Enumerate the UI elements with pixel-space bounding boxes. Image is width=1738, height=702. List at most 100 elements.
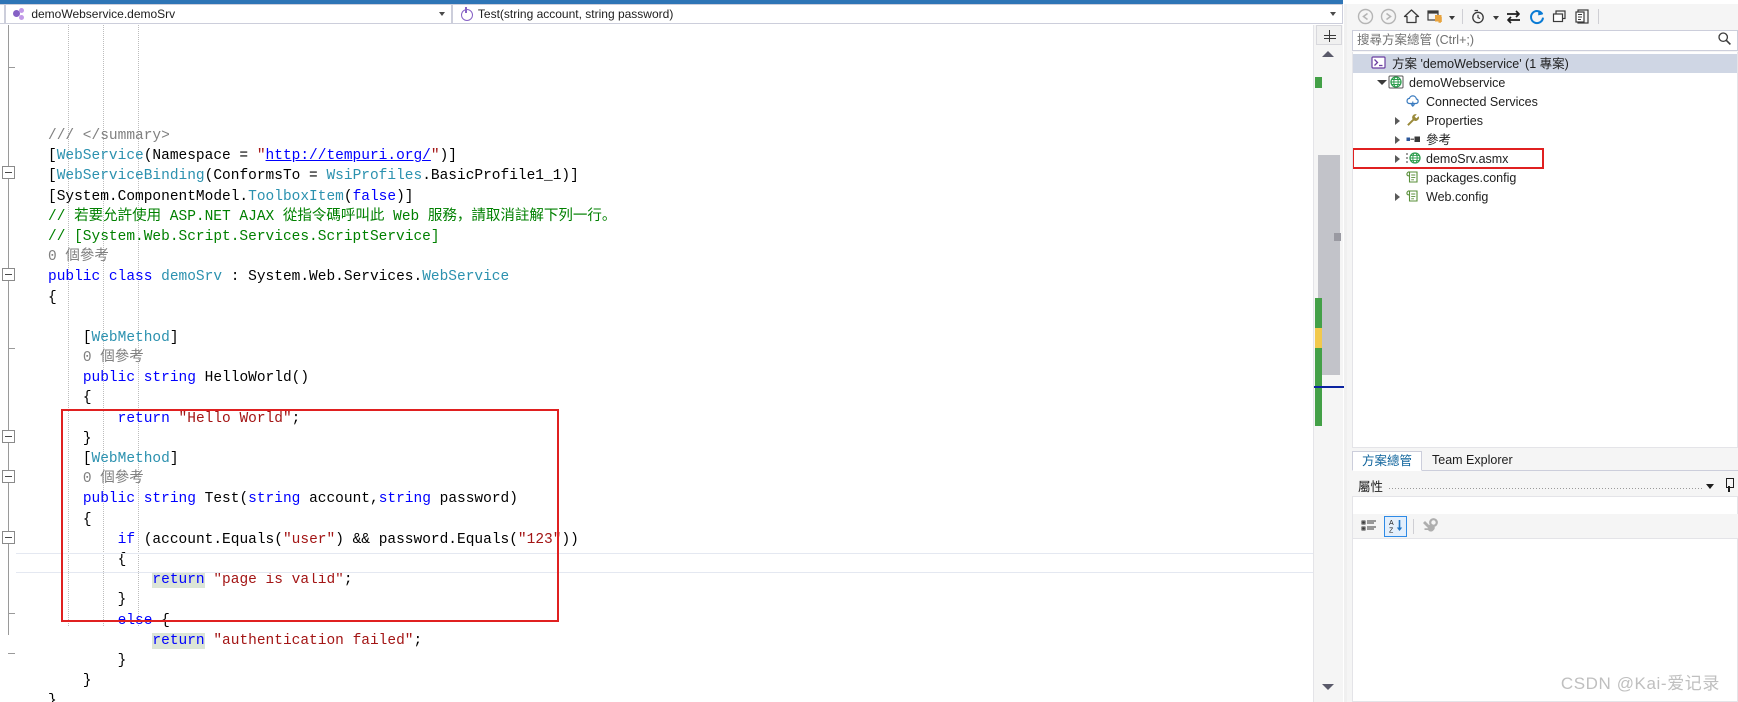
- watermark: CSDN @Kai-爱记录: [1560, 674, 1720, 693]
- code-token: ;: [413, 632, 423, 649]
- code-token: ;: [291, 410, 301, 427]
- method-icon: [458, 6, 474, 22]
- code-token: else: [117, 612, 153, 629]
- code-token: return: [152, 572, 205, 589]
- forward-icon[interactable]: [1378, 6, 1399, 27]
- code-token: : System.Web.Services.: [222, 269, 423, 286]
- code-token: WebService: [56, 148, 144, 165]
- code-line: [WebServiceBinding(ConformsTo = WsiProfi…: [16, 166, 1313, 186]
- code-line: return "page is valid";: [16, 570, 1313, 590]
- tree-node-connected-services[interactable]: Connected Services: [1353, 92, 1737, 111]
- fold-toggle[interactable]: [2, 531, 15, 544]
- toolbar-separator: [1410, 516, 1417, 537]
- tree-node-label: packages.config: [1426, 170, 1517, 185]
- expander-closed-icon[interactable]: [1391, 111, 1405, 130]
- tab-team-explorer[interactable]: Team Explorer: [1422, 450, 1523, 470]
- home-icon[interactable]: [1401, 6, 1422, 27]
- properties-toolbar: A Z: [1353, 514, 1738, 539]
- property-pages-icon[interactable]: [1420, 516, 1443, 537]
- pin-icon[interactable]: [1720, 475, 1738, 495]
- code-line: [WebMethod]: [16, 328, 1313, 348]
- code-line: public string HelloWorld(): [16, 368, 1313, 388]
- outlining-margin[interactable]: [0, 25, 16, 702]
- type-combo[interactable]: demoWebservice.demoSrv: [5, 4, 452, 24]
- search-icon[interactable]: [1717, 31, 1733, 51]
- code-token: if: [117, 531, 136, 548]
- code-token: 0 個參考: [82, 350, 144, 367]
- tree-node-web-project[interactable]: demoWebservice: [1353, 73, 1737, 92]
- tree-node-references[interactable]: 參考: [1353, 130, 1737, 149]
- alphabetical-sort-icon[interactable]: A Z: [1384, 515, 1407, 537]
- tree-node-solution[interactable]: 方案 'demoWebservice' (1 專案): [1353, 54, 1737, 73]
- tree-node-label: Properties: [1426, 113, 1483, 128]
- fold-toggle[interactable]: [2, 268, 15, 281]
- back-icon[interactable]: [1355, 6, 1376, 27]
- chevron-down-icon[interactable]: [0, 5, 2, 23]
- properties-window-icon[interactable]: [1572, 6, 1593, 27]
- chevron-down-icon[interactable]: [1447, 6, 1457, 27]
- code-line: {: [16, 510, 1313, 530]
- visual-studio-window: vice demoWebservice.demoSrv Test(string …: [0, 0, 1738, 702]
- code-token: WebMethod: [91, 329, 170, 346]
- code-token: }: [82, 430, 92, 447]
- code-token: .BasicProfile1_1)]: [422, 168, 579, 185]
- fold-toggle[interactable]: [2, 470, 15, 483]
- collapse-all-icon[interactable]: [1549, 6, 1570, 27]
- properties-panel-header: 屬性: [1352, 474, 1738, 496]
- chevron-down-icon[interactable]: [1327, 5, 1340, 23]
- wrench-icon: [1405, 112, 1422, 129]
- scroll-up-arrow[interactable]: [1322, 51, 1334, 57]
- code-token: {: [82, 390, 92, 407]
- code-token: demoSrv: [161, 269, 223, 286]
- member-combo[interactable]: Test(string account, string password): [451, 4, 1343, 24]
- expander-closed-icon[interactable]: [1391, 187, 1405, 206]
- code-line: [System.ComponentModel.ToolboxItem(false…: [16, 187, 1313, 207]
- editor-vertical-scrollbar[interactable]: [1313, 25, 1344, 702]
- tree-node-wrench[interactable]: Properties: [1353, 111, 1737, 130]
- solution-explorer-tree[interactable]: 方案 'demoWebservice' (1 專案) demoWebservice…: [1352, 52, 1738, 448]
- code-token: [: [82, 451, 92, 468]
- categorized-icon[interactable]: [1358, 516, 1381, 537]
- caret-position-marker: [1314, 386, 1344, 388]
- code-editor[interactable]: /// </summary> [WebService(Namespace = "h…: [0, 25, 1343, 702]
- tree-node-asmx-file[interactable]: demoSrv.asmx: [1353, 148, 1544, 169]
- tree-node-label: 參考: [1426, 132, 1452, 147]
- code-token: }: [117, 652, 127, 669]
- scrollbar-grip[interactable]: [1334, 233, 1341, 241]
- config-file-icon: [1405, 169, 1422, 186]
- chevron-down-icon[interactable]: [1702, 475, 1720, 495]
- code-token: 0 個參考: [48, 249, 109, 266]
- split-view-icon[interactable]: [1316, 25, 1342, 45]
- chevron-down-icon[interactable]: [1491, 6, 1501, 27]
- sync-icon[interactable]: [1503, 6, 1524, 27]
- expander-empty: [1391, 168, 1405, 187]
- expander-closed-icon[interactable]: [1391, 130, 1405, 149]
- refresh-icon[interactable]: [1526, 6, 1547, 27]
- editor-navigation-bar: vice demoWebservice.demoSrv Test(string …: [0, 4, 1343, 24]
- tree-node-config-file[interactable]: packages.config: [1353, 168, 1737, 187]
- code-token: 0 個參考: [82, 471, 144, 488]
- pending-changes-icon[interactable]: [1424, 6, 1445, 27]
- expander-closed-icon[interactable]: [1391, 149, 1405, 168]
- code-line: }: [16, 429, 1313, 449]
- chevron-down-icon[interactable]: [436, 5, 449, 23]
- tab-solution-explorer[interactable]: 方案總管: [1352, 451, 1423, 471]
- code-line: return "Hello World";: [16, 409, 1313, 429]
- tree-node-config-file[interactable]: Web.config: [1353, 187, 1737, 206]
- expander-open-icon[interactable]: [1374, 73, 1388, 92]
- code-line: [WebService(Namespace = "http://tempuri.…: [16, 146, 1313, 166]
- fold-toggle[interactable]: [2, 430, 15, 443]
- code-token: account,: [300, 491, 379, 508]
- solution-explorer-tabstrip: 方案總管 Team Explorer: [1352, 450, 1738, 471]
- search-input[interactable]: 搜尋方案總管 (Ctrl+;): [1357, 31, 1717, 50]
- fold-toggle[interactable]: [2, 166, 15, 179]
- show-all-files-icon[interactable]: [1468, 6, 1489, 27]
- code-token: {: [152, 612, 170, 629]
- code-line: public class demoSrv : System.Web.Servic…: [16, 267, 1313, 287]
- code-text[interactable]: /// </summary> [WebService(Namespace = "h…: [16, 25, 1313, 702]
- code-token: )]: [439, 148, 457, 165]
- solution-explorer-search[interactable]: 搜尋方案總管 (Ctrl+;): [1352, 30, 1738, 51]
- scroll-down-arrow[interactable]: [1322, 684, 1334, 690]
- code-token: ) && password.Equals(: [335, 531, 518, 548]
